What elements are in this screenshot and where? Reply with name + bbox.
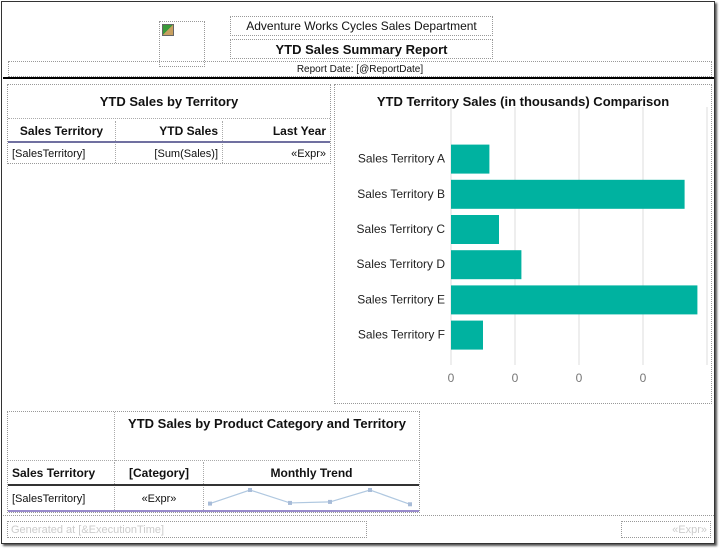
header-last-year: Last Year: [272, 124, 326, 138]
table-header-row: Sales Territory [Category] Monthly Trend: [8, 462, 419, 486]
category-label: Sales Territory C: [357, 222, 446, 236]
tick-label: 0: [448, 371, 455, 385]
page-number-textbox[interactable]: «Expr»: [621, 521, 711, 538]
report-title[interactable]: YTD Sales Summary Report: [230, 39, 493, 59]
sparkline-line: [209, 489, 411, 505]
territory-table[interactable]: YTD Sales by Territory Sales Territory Y…: [7, 84, 331, 164]
category-table[interactable]: YTD Sales by Product Category and Territ…: [7, 411, 420, 513]
header-sales-territory: Sales Territory: [8, 121, 116, 141]
bar[interactable]: [451, 320, 483, 350]
tick-label: 0: [576, 371, 583, 385]
footer-divider: [3, 515, 714, 516]
table-title: YTD Sales by Territory: [8, 85, 330, 119]
tick-label: 0: [640, 371, 647, 385]
bar[interactable]: [451, 215, 499, 244]
image-icon: [162, 24, 174, 36]
report-date-textbox[interactable]: Report Date: [@ReportDate]: [8, 61, 712, 77]
category-label: Sales Territory F: [358, 328, 445, 342]
monthly-trend-sparkline[interactable]: [204, 487, 419, 510]
department-textbox[interactable]: Adventure Works Cycles Sales Department: [230, 16, 493, 36]
bar[interactable]: [451, 144, 490, 174]
category-label: Sales Territory E: [357, 292, 445, 306]
bar[interactable]: [451, 250, 522, 280]
cell-sales-territory[interactable]: [SalesTerritory]: [8, 144, 116, 163]
table-row: [SalesTerritory] «Expr»: [8, 487, 419, 512]
table-title: YTD Sales by Product Category and Territ…: [115, 412, 419, 461]
cell-last-year[interactable]: «Expr»: [223, 144, 330, 163]
category-label: Sales Territory D: [357, 257, 446, 271]
territory-chart[interactable]: YTD Territory Sales (in thousands) Compa…: [334, 84, 712, 404]
header-monthly-trend: Monthly Trend: [270, 466, 353, 480]
cell-ytd-sales[interactable]: [Sum(Sales)]: [116, 144, 223, 163]
sparkline-point: [248, 488, 252, 492]
header-category: [Category]: [115, 462, 204, 484]
sparkline-point: [368, 488, 372, 492]
table-row: [SalesTerritory] [Sum(Sales)] «Expr»: [8, 144, 330, 163]
cell-category-expr[interactable]: «Expr»: [115, 487, 204, 510]
sparkline-point: [408, 502, 412, 507]
category-label: Sales Territory B: [357, 187, 445, 201]
corner-cell: [8, 412, 115, 461]
header-sales-territory: Sales Territory: [8, 462, 115, 484]
sparkline-point: [208, 501, 212, 506]
header-divider: [3, 77, 714, 79]
generated-at-textbox[interactable]: Generated at [&ExecutionTime]: [7, 521, 367, 538]
bar[interactable]: [451, 179, 685, 209]
category-label: Sales Territory A: [358, 152, 445, 166]
table-header-row: Sales Territory YTD Sales Last Year: [8, 121, 330, 143]
sparkline-point: [328, 499, 332, 504]
bar[interactable]: [451, 285, 698, 315]
chart-plot: Sales Territory A Sales Territory B Sales …: [357, 107, 708, 385]
cell-sales-territory[interactable]: [SalesTerritory]: [8, 487, 115, 510]
header-ytd-sales: YTD Sales: [116, 121, 223, 141]
sparkline-point: [288, 500, 292, 505]
tick-label: 0: [512, 371, 519, 385]
